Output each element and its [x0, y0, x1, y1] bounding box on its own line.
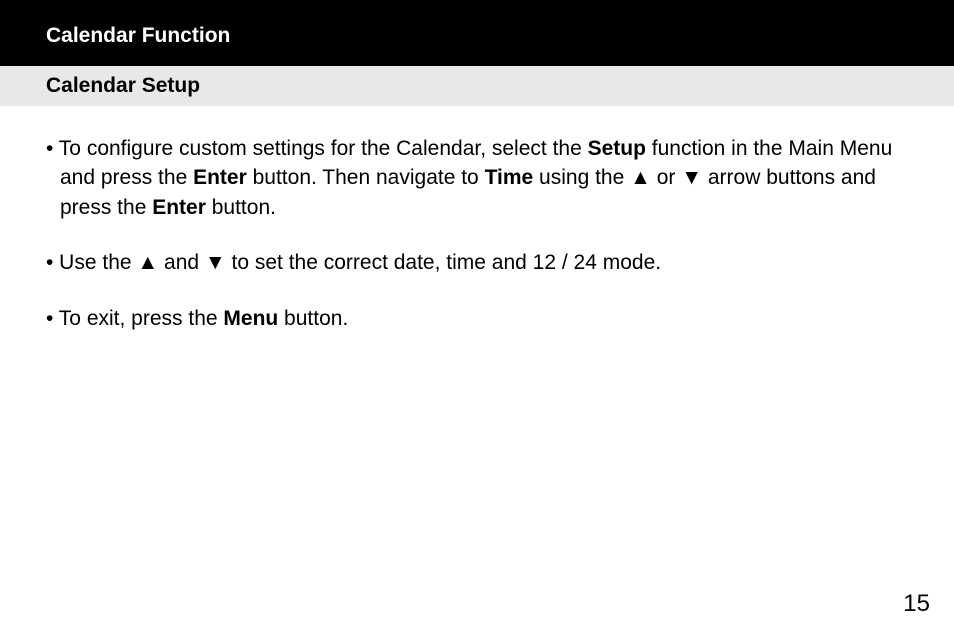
- bullet-3-text-2: button.: [278, 307, 348, 330]
- page-number: 15: [903, 590, 930, 618]
- bullet-1: • To configure custom settings for the C…: [46, 134, 908, 222]
- bullet-3-bold: Menu: [223, 307, 278, 330]
- bullet-1-bold-2: Enter: [193, 166, 247, 189]
- header-title: Calendar Function: [46, 24, 230, 47]
- bullet-2: • Use the ▲ and ▼ to set the correct dat…: [46, 248, 908, 277]
- bullet-3-text-1: • To exit, press the: [46, 307, 223, 330]
- header-bar: Calendar Function: [0, 0, 954, 66]
- bullet-2-text: • Use the ▲ and ▼ to set the correct dat…: [46, 251, 661, 274]
- subtitle-text: Calendar Setup: [46, 74, 200, 97]
- bullet-1-bold-3: Time: [485, 166, 534, 189]
- bullet-3: • To exit, press the Menu button.: [46, 304, 908, 333]
- subtitle-bar: Calendar Setup: [0, 66, 954, 106]
- bullet-1-text-1: • To configure custom settings for the C…: [46, 137, 588, 160]
- bullet-1-bold-4: Enter: [152, 196, 206, 219]
- bullet-1-text-3: button. Then navigate to: [247, 166, 485, 189]
- content-area: • To configure custom settings for the C…: [0, 106, 954, 333]
- bullet-1-text-5: button.: [206, 196, 276, 219]
- bullet-1-bold-1: Setup: [588, 137, 646, 160]
